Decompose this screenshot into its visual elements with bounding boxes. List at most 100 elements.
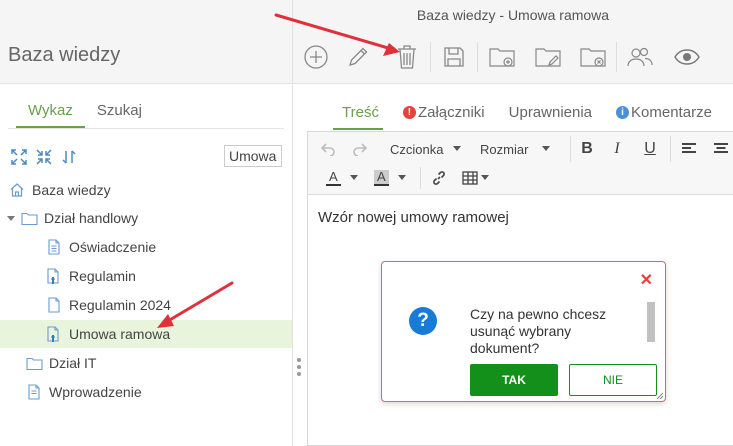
document-icon: [25, 383, 43, 401]
left-panel: Baza wiedzy Wykaz Szukaj Umowa Baza wied…: [0, 0, 293, 446]
tab-tresc[interactable]: Treść: [342, 100, 379, 124]
underline-button[interactable]: U: [641, 138, 659, 160]
tree-tools: [9, 147, 79, 167]
document-icon: [45, 296, 63, 314]
font-size-label: Rozmiar: [480, 141, 529, 157]
font-size-select[interactable]: Rozmiar: [480, 138, 551, 160]
redo-icon: [353, 142, 367, 156]
confirm-no-button[interactable]: NIE: [569, 364, 657, 396]
collapse-all-icon[interactable]: [34, 147, 54, 167]
delete-button[interactable]: [390, 40, 424, 74]
alert-icon: !: [402, 105, 416, 119]
resize-handle-icon[interactable]: [656, 392, 664, 400]
font-family-select[interactable]: Czcionka: [390, 138, 462, 160]
tree-search-input[interactable]: [224, 145, 282, 167]
font-family-label: Czcionka: [390, 141, 444, 157]
toolbar-divider: [477, 42, 478, 72]
eye-icon: [674, 48, 700, 66]
toolbar-divider: [430, 42, 431, 72]
tree-item-folder-it[interactable]: Dział IT: [25, 349, 96, 377]
tab-uprawnienia-label: Uprawnienia: [508, 103, 593, 121]
tab-tresc-label: Treść: [342, 103, 379, 121]
tree-item-regulamin-2024[interactable]: Regulamin 2024: [45, 291, 171, 319]
floppy-disk-icon: [442, 45, 466, 69]
expand-all-icon[interactable]: [9, 147, 29, 167]
window-title: Baza wiedzy - Umowa ramowa: [293, 0, 733, 30]
plus-circle-icon: [303, 44, 329, 70]
insert-link-button[interactable]: [429, 167, 449, 189]
panel-splitter-handle[interactable]: [297, 358, 301, 379]
tree-item-wprowadzenie[interactable]: Wprowadzenie: [25, 378, 142, 406]
edit-folder-button[interactable]: [531, 40, 565, 74]
close-icon[interactable]: ✕: [640, 270, 653, 290]
document-icon: [45, 238, 63, 256]
info-icon: i: [616, 105, 630, 119]
tree-item-regulamin[interactable]: Regulamin: [45, 262, 136, 290]
tree-label-wprowadzenie: Wprowadzenie: [49, 384, 142, 400]
tab-wykaz[interactable]: Wykaz: [16, 98, 85, 128]
app-title-bar: Baza wiedzy: [0, 0, 292, 84]
delete-folder-button[interactable]: [576, 40, 610, 74]
users-button[interactable]: [623, 40, 657, 74]
text-color-button[interactable]: A: [326, 167, 358, 189]
insert-table-button[interactable]: [462, 167, 489, 189]
confirm-delete-dialog: ✕ ? Czy na pewno chcesz usunąć wybrany d…: [381, 261, 666, 402]
undo-icon: [321, 142, 335, 156]
question-icon: ?: [409, 307, 437, 335]
save-button[interactable]: [437, 40, 471, 74]
refresh-icon[interactable]: [59, 147, 79, 167]
background-color-icon: A: [374, 170, 389, 186]
tree-item-folder-handlowy[interactable]: Dział handlowy: [6, 204, 138, 232]
left-tabs: Wykaz Szukaj: [16, 98, 154, 128]
bold-button[interactable]: B: [578, 138, 596, 160]
italic-icon: I: [614, 140, 620, 157]
align-left-icon: [681, 142, 697, 156]
add-button[interactable]: [299, 40, 333, 74]
toolbar-divider: [616, 42, 617, 72]
tree-item-root[interactable]: Baza wiedzy: [8, 176, 111, 204]
tab-komentarze-label: Komentarze: [631, 103, 712, 121]
tree-label-root: Baza wiedzy: [32, 182, 111, 198]
preview-button[interactable]: [670, 40, 704, 74]
link-icon: [431, 170, 447, 186]
align-center-button[interactable]: [712, 138, 730, 160]
folder-edit-icon: [534, 45, 562, 69]
chevron-down-icon[interactable]: [6, 213, 16, 223]
app-title: Baza wiedzy: [8, 44, 121, 66]
new-folder-button[interactable]: [485, 40, 519, 74]
editor-content[interactable]: Wzór nowej umowy ramowej: [318, 209, 509, 226]
users-icon: [626, 46, 654, 68]
tree-label-regulamin: Regulamin: [69, 268, 136, 284]
text-color-icon: A: [326, 170, 341, 186]
active-tab-indicator: [333, 128, 383, 130]
tree-item-umowa-ramowa-selected[interactable]: Umowa ramowa: [0, 320, 292, 348]
italic-button[interactable]: I: [608, 138, 626, 160]
redo-button[interactable]: [350, 138, 370, 160]
document-linked-icon: [45, 325, 63, 343]
background-color-button[interactable]: A: [374, 167, 406, 189]
tab-zalaczniki-label: Załączniki: [417, 103, 485, 121]
document-linked-icon: [45, 267, 63, 285]
content-tabs: Treść ! Załączniki Uprawnienia i Komenta…: [330, 100, 712, 124]
underline-icon: U: [644, 140, 656, 157]
tree-item-oswiadczenie[interactable]: Oświadczenie: [45, 233, 156, 261]
tree-label-regulamin-2024: Regulamin 2024: [69, 297, 171, 313]
confirm-yes-button[interactable]: TAK: [470, 364, 558, 396]
undo-button[interactable]: [318, 138, 338, 160]
left-tabs-divider: [8, 128, 284, 129]
caret-down-icon: [453, 146, 462, 152]
home-icon: [8, 181, 26, 199]
caret-down-icon: [481, 175, 489, 181]
dialog-message: Czy na pewno chcesz usunąć wybrany dokum…: [470, 306, 607, 354]
editor-toolbar: Czcionka Rozmiar B I U A A: [308, 132, 733, 195]
edit-button[interactable]: [341, 40, 375, 74]
main-toolbar: [293, 30, 733, 84]
tab-uprawnienia[interactable]: Uprawnienia: [509, 100, 592, 124]
align-left-button[interactable]: [680, 138, 698, 160]
tab-komentarze[interactable]: i Komentarze: [616, 100, 712, 124]
dialog-scrollbar[interactable]: [647, 302, 655, 342]
tab-zalaczniki[interactable]: ! Załączniki: [402, 100, 485, 124]
caret-down-icon: [542, 146, 551, 152]
bold-icon: B: [581, 140, 593, 157]
tab-szukaj[interactable]: Szukaj: [85, 98, 154, 128]
